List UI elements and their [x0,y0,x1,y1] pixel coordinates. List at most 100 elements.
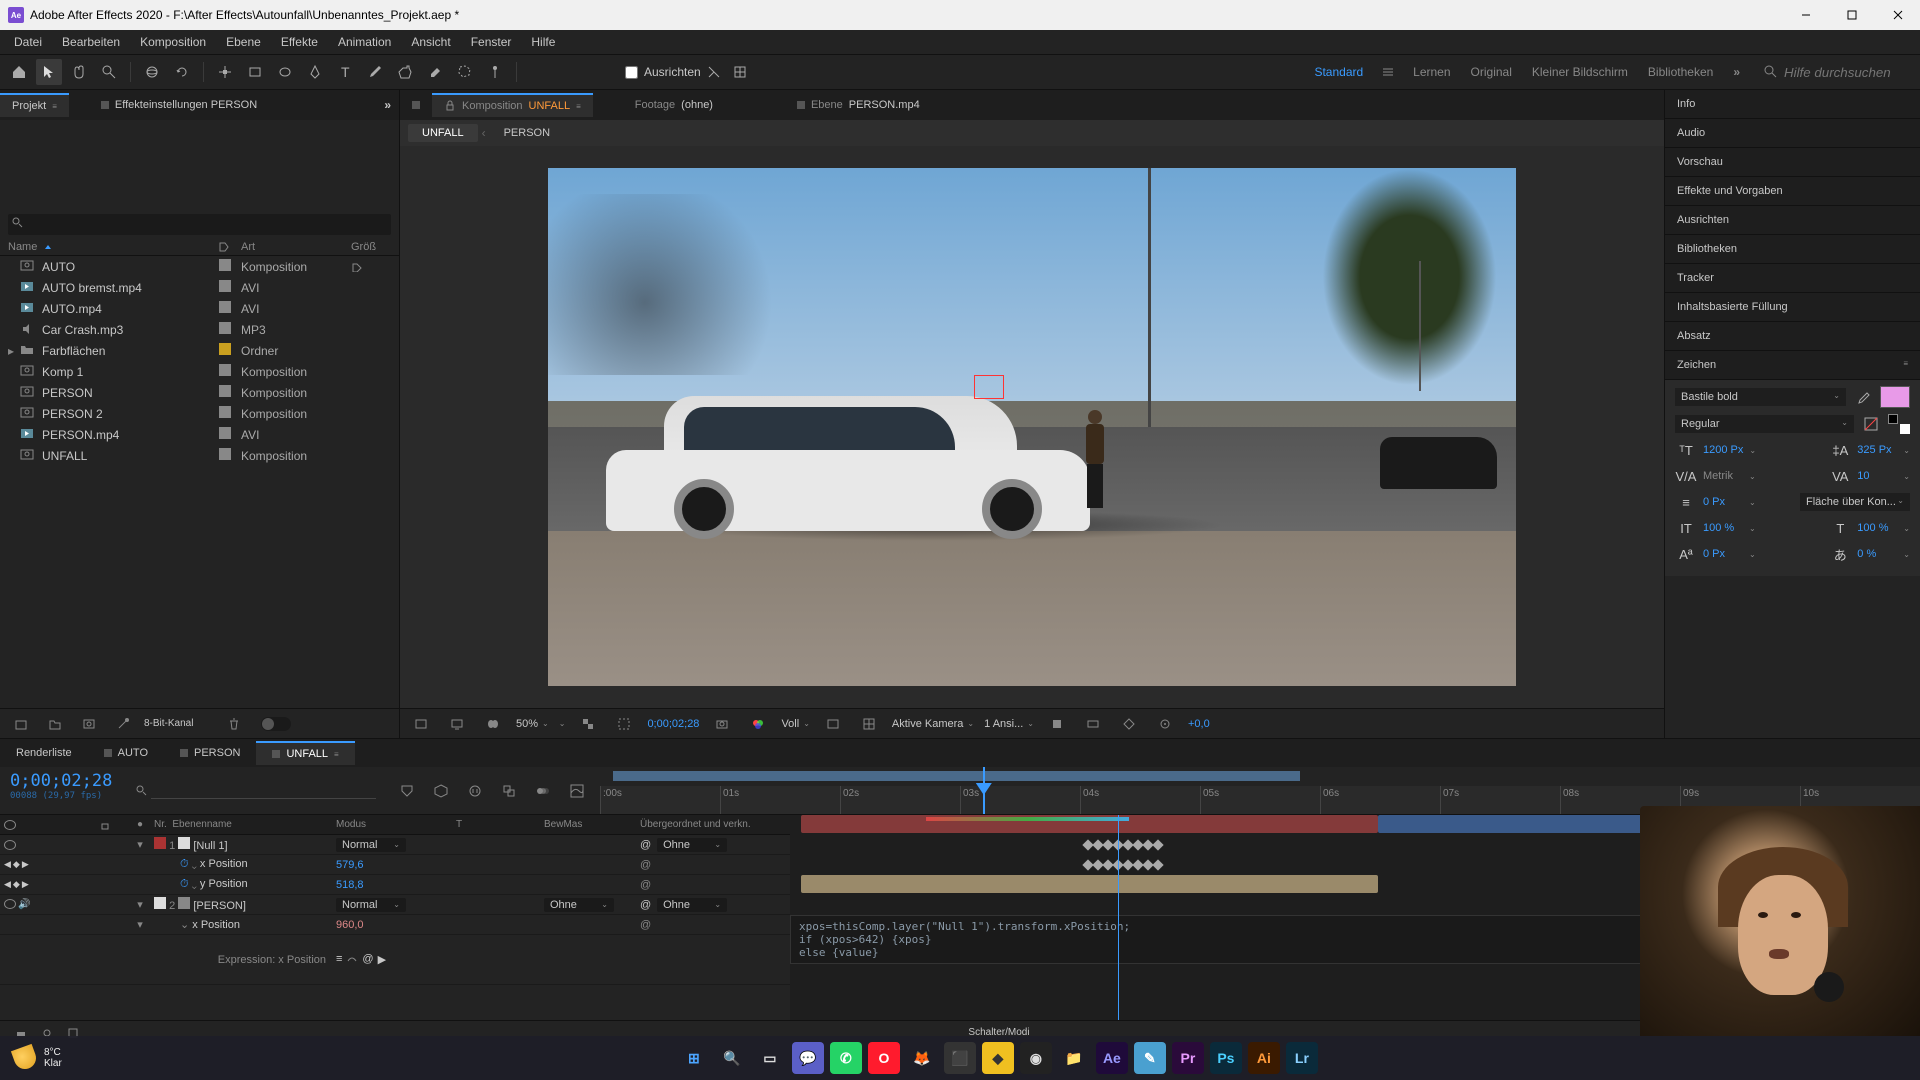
moblur-icon[interactable] [530,778,556,804]
snapshot-icon[interactable] [709,711,735,737]
workspace-original[interactable]: Original [1471,65,1512,79]
workspace-standard[interactable]: Standard [1314,65,1363,79]
close-button[interactable] [1884,4,1912,26]
maximize-button[interactable] [1838,4,1866,26]
prev-kf-icon[interactable]: ◀ [4,859,11,870]
workspace-lernen[interactable]: Lernen [1413,65,1450,79]
panel-vorschau[interactable]: Vorschau [1665,148,1920,177]
channel-icon[interactable] [745,711,771,737]
taskbar-task-view[interactable]: ▭ [754,1042,786,1074]
visibility-toggle[interactable] [4,899,16,909]
snap-checkbox[interactable] [625,66,638,79]
project-item[interactable]: UNFALL Komposition [0,445,399,466]
layer-label[interactable] [154,897,166,909]
audio-toggle[interactable]: 🔊 [18,899,30,910]
selection-tool[interactable] [36,59,62,85]
view-opt4-icon[interactable] [1152,711,1178,737]
snap-options-icon[interactable] [707,65,721,79]
rotate-tool[interactable] [169,59,195,85]
menu-ebene[interactable]: Ebene [216,32,271,52]
roi-icon[interactable] [611,711,637,737]
pickwhip-icon[interactable]: @ [640,919,651,931]
transparency-icon[interactable] [575,711,601,737]
project-item[interactable]: PERSON 2 Komposition [0,403,399,424]
keyframe-strip[interactable] [1084,837,1162,853]
parent-select[interactable]: Ohne⌄ [657,838,727,852]
comp-tab-close[interactable] [400,96,432,114]
swap-color-icon[interactable] [1888,414,1910,434]
layer-duration-bar[interactable] [801,875,1377,893]
taskbar-app1[interactable]: ⬛ [944,1042,976,1074]
breadcrumb-person[interactable]: PERSON [490,124,564,142]
panel-zeichen[interactable]: Zeichen≡ [1665,351,1920,380]
leading-value[interactable]: 325 Px [1857,444,1897,456]
stroke-value[interactable]: 0 Px [1703,496,1743,508]
pickwhip-icon[interactable]: @ [640,879,651,891]
font-style-select[interactable]: Regular⌄ [1675,415,1854,433]
always-preview-icon[interactable] [408,711,434,737]
workspace-bibliotheken[interactable]: Bibliotheken [1648,65,1713,79]
vscale-value[interactable]: 100 % [1703,522,1743,534]
col-size[interactable]: Größ [351,241,391,253]
blend-mode-select[interactable]: Normal⌄ [336,898,406,912]
expr-graph-icon[interactable] [346,953,358,966]
parent-pickwhip-icon[interactable]: @ [640,839,654,851]
panel-ausrichten[interactable]: Ausrichten [1665,206,1920,235]
frameblend-icon[interactable] [496,778,522,804]
comp-tab-unfall[interactable]: Komposition UNFALL ≡ [432,93,593,117]
view-opt1-icon[interactable] [1044,711,1070,737]
col-type[interactable]: Art [241,241,351,253]
panel-effekte[interactable]: Effekte und Vorgaben [1665,177,1920,206]
project-tab[interactable]: Projekt ≡ [0,93,69,117]
taskbar-obs[interactable]: ◉ [1020,1042,1052,1074]
panel-inhaltsfuell[interactable]: Inhaltsbasierte Füllung [1665,293,1920,322]
property-value[interactable]: 579,6 [336,859,364,871]
camera-select[interactable]: Aktive Kamera⌄ [892,718,974,730]
view-opt2-icon[interactable] [1080,711,1106,737]
graph-editor-icon[interactable] [564,778,590,804]
parent-pickwhip-icon[interactable]: @ [640,899,654,911]
visibility-toggle[interactable] [4,840,16,850]
menu-animation[interactable]: Animation [328,32,401,52]
draft3d-icon[interactable] [428,778,454,804]
expr-language-icon[interactable]: ▶ [378,953,386,966]
tl-tab-person[interactable]: PERSON [164,742,256,764]
next-kf-icon[interactable]: ▶ [22,879,29,890]
home-tool[interactable] [6,59,32,85]
workspace-overflow-icon[interactable]: » [1733,65,1740,79]
taskbar-app2[interactable]: ◆ [982,1042,1014,1074]
stroke-type-select[interactable]: Fläche über Kon...⌄ [1800,493,1910,511]
snap-grid-icon[interactable] [727,59,753,85]
zoom-tool[interactable] [96,59,122,85]
kf-diamond-icon[interactable]: ◆ [13,879,20,890]
comp-flowchart-icon[interactable] [394,778,420,804]
project-item[interactable]: AUTO.mp4 AVI [0,298,399,319]
font-family-select[interactable]: Bastile bold⌄ [1675,388,1846,406]
effect-controls-tab[interactable]: Effekteinstellungen PERSON [89,94,269,116]
project-settings-icon[interactable] [110,711,136,737]
prev-kf-icon[interactable]: ◀ [4,879,11,890]
menu-bearbeiten[interactable]: Bearbeiten [52,32,130,52]
new-comp-icon[interactable] [76,711,102,737]
workspace-menu-icon[interactable] [1383,67,1393,77]
twirl-icon[interactable]: ⌄ [192,878,197,890]
property-value[interactable]: 518,8 [336,879,364,891]
shy-icon[interactable] [462,778,488,804]
project-item[interactable]: PERSON.mp4 AVI [0,424,399,445]
taskbar-teams[interactable]: 💬 [792,1042,824,1074]
tracker-marker[interactable] [974,375,1004,399]
next-kf-icon[interactable]: ▶ [22,859,29,870]
taskbar-illustrator[interactable]: Ai [1248,1042,1280,1074]
tsume-value[interactable]: 0 % [1857,548,1897,560]
trkmat-select[interactable]: Ohne⌄ [544,898,614,912]
menu-komposition[interactable]: Komposition [130,32,216,52]
project-item[interactable]: AUTO bremst.mp4 AVI [0,277,399,298]
stopwatch-icon[interactable]: ⏱ [180,858,189,870]
keyframe-diamond[interactable] [1152,859,1163,870]
breadcrumb-unfall[interactable]: UNFALL [408,124,478,142]
keyframe-diamond[interactable] [1152,839,1163,850]
mask-icon[interactable] [480,711,506,737]
exposure-value[interactable]: +0,0 [1188,718,1210,730]
grid-icon[interactable] [856,711,882,737]
trash-icon[interactable] [221,711,247,737]
